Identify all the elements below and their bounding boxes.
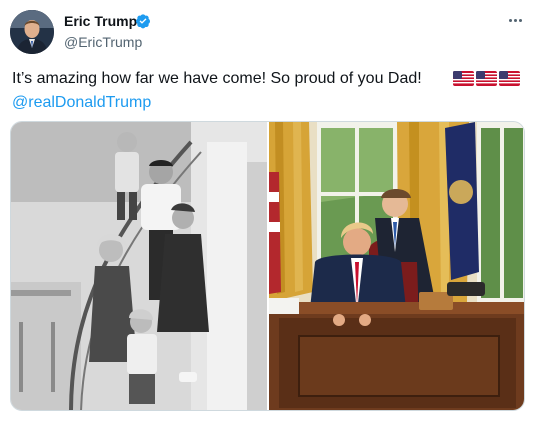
- avatar[interactable]: [10, 10, 54, 54]
- verified-badge-icon: [136, 14, 150, 29]
- tweet-media: [10, 121, 525, 411]
- oval-office-photo[interactable]: [269, 122, 525, 411]
- family-staircase-photo[interactable]: [11, 122, 267, 411]
- mention-link[interactable]: @realDonaldTrump: [12, 94, 151, 112]
- tweet-text: It’s amazing how far we have come! So pr…: [12, 70, 422, 87]
- tweet-card: Eric Trump @EricTrump It’s amazing how f…: [0, 0, 535, 426]
- flag-emojis: [453, 71, 520, 86]
- us-flag-emoji-icon: [499, 71, 520, 86]
- us-flag-emoji-icon: [476, 71, 497, 86]
- author-handle[interactable]: @EricTrump: [64, 34, 142, 50]
- more-options-icon[interactable]: [505, 12, 525, 28]
- author-name[interactable]: Eric Trump: [64, 13, 137, 29]
- us-flag-emoji-icon: [453, 71, 474, 86]
